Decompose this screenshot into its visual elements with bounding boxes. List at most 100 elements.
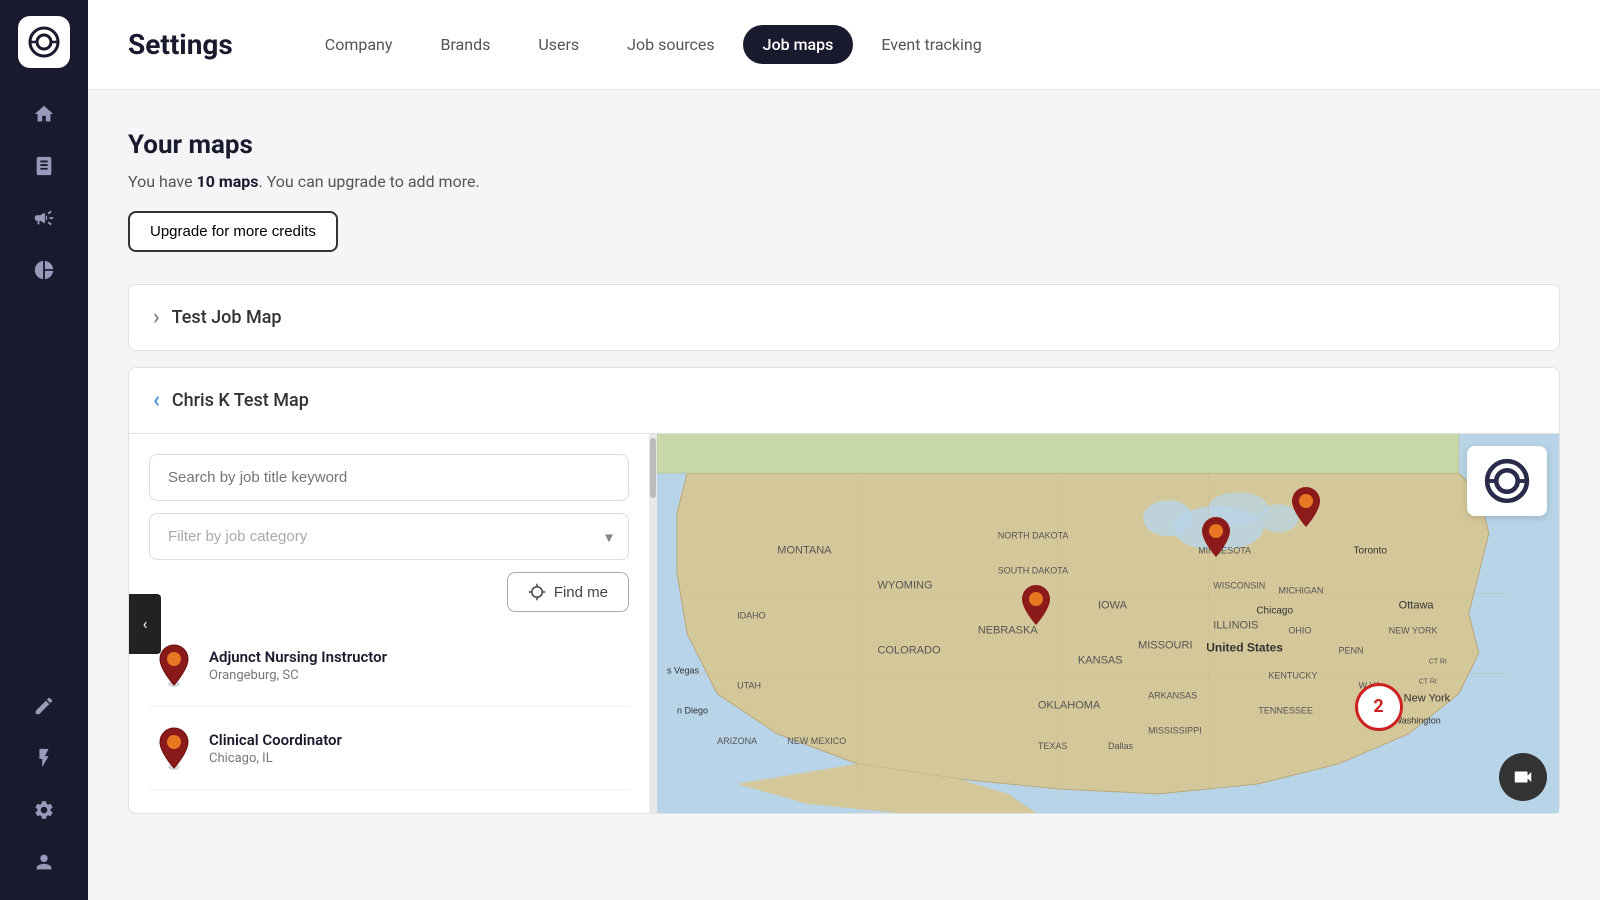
tab-brands[interactable]: Brands: [420, 25, 510, 64]
sidebar-item-user[interactable]: [22, 840, 66, 884]
description-prefix: You have: [128, 172, 197, 191]
svg-text:United States: United States: [1206, 641, 1283, 655]
main-content: Settings Company Brands Users Job source…: [88, 0, 1600, 900]
svg-text:KENTUCKY: KENTUCKY: [1268, 671, 1317, 681]
svg-text:Washington: Washington: [1394, 716, 1441, 726]
chevron-down-icon: ‹: [153, 388, 160, 413]
map-pin-icon: [156, 643, 192, 687]
map-pin-toronto[interactable]: [1288, 485, 1324, 533]
svg-text:TENNESSEE: TENNESSEE: [1258, 706, 1313, 716]
job-title: Adjunct Nursing Instructor: [209, 648, 387, 666]
svg-text:MICHIGAN: MICHIGAN: [1278, 585, 1323, 595]
svg-text:OKLAHOMA: OKLAHOMA: [1038, 700, 1101, 712]
sidebar-item-home[interactable]: [22, 92, 66, 136]
svg-text:KANSAS: KANSAS: [1078, 655, 1123, 667]
section-title: Your maps: [128, 130, 1560, 160]
map-pin-icon: [156, 726, 192, 770]
map-header-chrisk[interactable]: ‹ Chris K Test Map: [129, 368, 1559, 433]
job-item[interactable]: Clinical Coordinator Chicago, IL: [149, 707, 629, 790]
map-content-chrisk: Filter by job category ▾ Find me: [129, 433, 1559, 813]
svg-text:CT RI: CT RI: [1429, 659, 1447, 666]
cluster-count: 2: [1373, 696, 1383, 717]
sidebar: [0, 0, 88, 900]
map-cluster-badge[interactable]: 2: [1355, 683, 1403, 731]
page-title: Settings: [128, 28, 233, 61]
content-area: Your maps You have 10 maps. You can upgr…: [88, 90, 1600, 900]
chevron-right-icon: ›: [153, 305, 160, 330]
video-icon: [1512, 766, 1534, 788]
job-info: Adjunct Nursing Instructor Orangeburg, S…: [209, 648, 387, 683]
svg-text:UTAH: UTAH: [737, 681, 761, 691]
svg-text:TEXAS: TEXAS: [1038, 741, 1068, 751]
tab-company[interactable]: Company: [305, 25, 413, 64]
maps-count: 10 maps: [197, 172, 259, 191]
job-item[interactable]: Adjunct Nursing Instructor Orangeburg, S…: [149, 624, 629, 707]
upgrade-button[interactable]: Upgrade for more credits: [128, 211, 338, 252]
job-category-filter-select[interactable]: Filter by job category: [149, 513, 629, 560]
job-list: Adjunct Nursing Instructor Orangeburg, S…: [149, 624, 629, 793]
map-toggle-button[interactable]: ‹: [129, 594, 161, 654]
tab-job-maps[interactable]: Job maps: [743, 25, 854, 64]
scroll-thumb[interactable]: [650, 438, 656, 498]
svg-text:ARKANSAS: ARKANSAS: [1148, 691, 1197, 701]
maps-description: You have 10 maps. You can upgrade to add…: [128, 172, 1560, 191]
video-button[interactable]: [1499, 753, 1547, 801]
svg-text:Chicago: Chicago: [1256, 605, 1293, 616]
svg-text:WISCONSIN: WISCONSIN: [1213, 580, 1265, 590]
map-header-test[interactable]: › Test Job Map: [129, 285, 1559, 350]
header: Settings Company Brands Users Job source…: [88, 0, 1600, 90]
map-title-chrisk: Chris K Test Map: [172, 390, 309, 411]
job-info: Clinical Coordinator Chicago, IL: [209, 731, 342, 766]
map-item-test: › Test Job Map: [128, 284, 1560, 351]
sidebar-item-books[interactable]: [22, 144, 66, 188]
map-logo-overlay: [1467, 446, 1547, 516]
job-title: Clinical Coordinator: [209, 731, 342, 749]
svg-text:Dallas: Dallas: [1108, 741, 1134, 751]
svg-text:NEW MEXICO: NEW MEXICO: [787, 736, 846, 746]
map-svg: MONTANA WYOMING COLORADO IDAHO UTAH ARIZ…: [657, 434, 1559, 813]
svg-text:COLORADO: COLORADO: [877, 645, 940, 657]
filter-select-wrapper: Filter by job category ▾: [149, 513, 629, 560]
job-pin: [153, 723, 195, 773]
svg-text:ARIZONA: ARIZONA: [717, 736, 757, 746]
svg-text:Ottawa: Ottawa: [1399, 599, 1435, 611]
sidebar-item-edit[interactable]: [22, 684, 66, 728]
svg-text:WYOMING: WYOMING: [877, 579, 932, 591]
svg-text:ILLINOIS: ILLINOIS: [1213, 620, 1258, 632]
svg-text:NEW YORK: NEW YORK: [1389, 626, 1438, 636]
map-sidebar-panel: Filter by job category ▾ Find me: [129, 434, 649, 813]
svg-text:Toronto: Toronto: [1354, 545, 1388, 556]
svg-text:s Vegas: s Vegas: [667, 666, 700, 676]
svg-text:CT RI: CT RI: [1419, 679, 1437, 686]
sidebar-item-analytics[interactable]: [22, 248, 66, 292]
map-pin-chicago[interactable]: [1198, 515, 1234, 563]
sidebar-item-lightning[interactable]: [22, 736, 66, 780]
job-location: Orangeburg, SC: [209, 668, 387, 683]
app-logo[interactable]: [18, 16, 70, 68]
job-location: Chicago, IL: [209, 751, 342, 766]
map-area: MONTANA WYOMING COLORADO IDAHO UTAH ARIZ…: [657, 434, 1559, 813]
svg-text:OHIO: OHIO: [1288, 626, 1311, 636]
svg-text:PENN: PENN: [1339, 646, 1364, 656]
job-title-search-input[interactable]: [149, 454, 629, 501]
tab-users[interactable]: Users: [518, 25, 599, 64]
svg-text:n Diego: n Diego: [677, 706, 708, 716]
find-me-label: Find me: [554, 584, 608, 601]
map-item-chrisk: ‹ Chris K Test Map Filter by job categor…: [128, 367, 1560, 814]
map-pin-oklahoma[interactable]: [1018, 583, 1054, 631]
svg-text:MISSISSIPPI: MISSISSIPPI: [1148, 726, 1202, 736]
find-me-button[interactable]: Find me: [507, 572, 629, 612]
svg-text:MONTANA: MONTANA: [777, 544, 832, 556]
svg-text:IDAHO: IDAHO: [737, 610, 766, 620]
brand-logo-icon: [1481, 455, 1533, 507]
nav-tabs: Company Brands Users Job sources Job map…: [305, 25, 1002, 64]
sidebar-item-settings[interactable]: [22, 788, 66, 832]
svg-text:New York: New York: [1404, 693, 1451, 705]
description-suffix: . You can upgrade to add more.: [259, 172, 480, 191]
sidebar-item-campaigns[interactable]: [22, 196, 66, 240]
tab-job-sources[interactable]: Job sources: [607, 25, 735, 64]
crosshair-icon: [528, 583, 546, 601]
svg-text:IOWA: IOWA: [1098, 599, 1128, 611]
map-title-test: Test Job Map: [172, 307, 282, 328]
tab-event-tracking[interactable]: Event tracking: [861, 25, 1001, 64]
